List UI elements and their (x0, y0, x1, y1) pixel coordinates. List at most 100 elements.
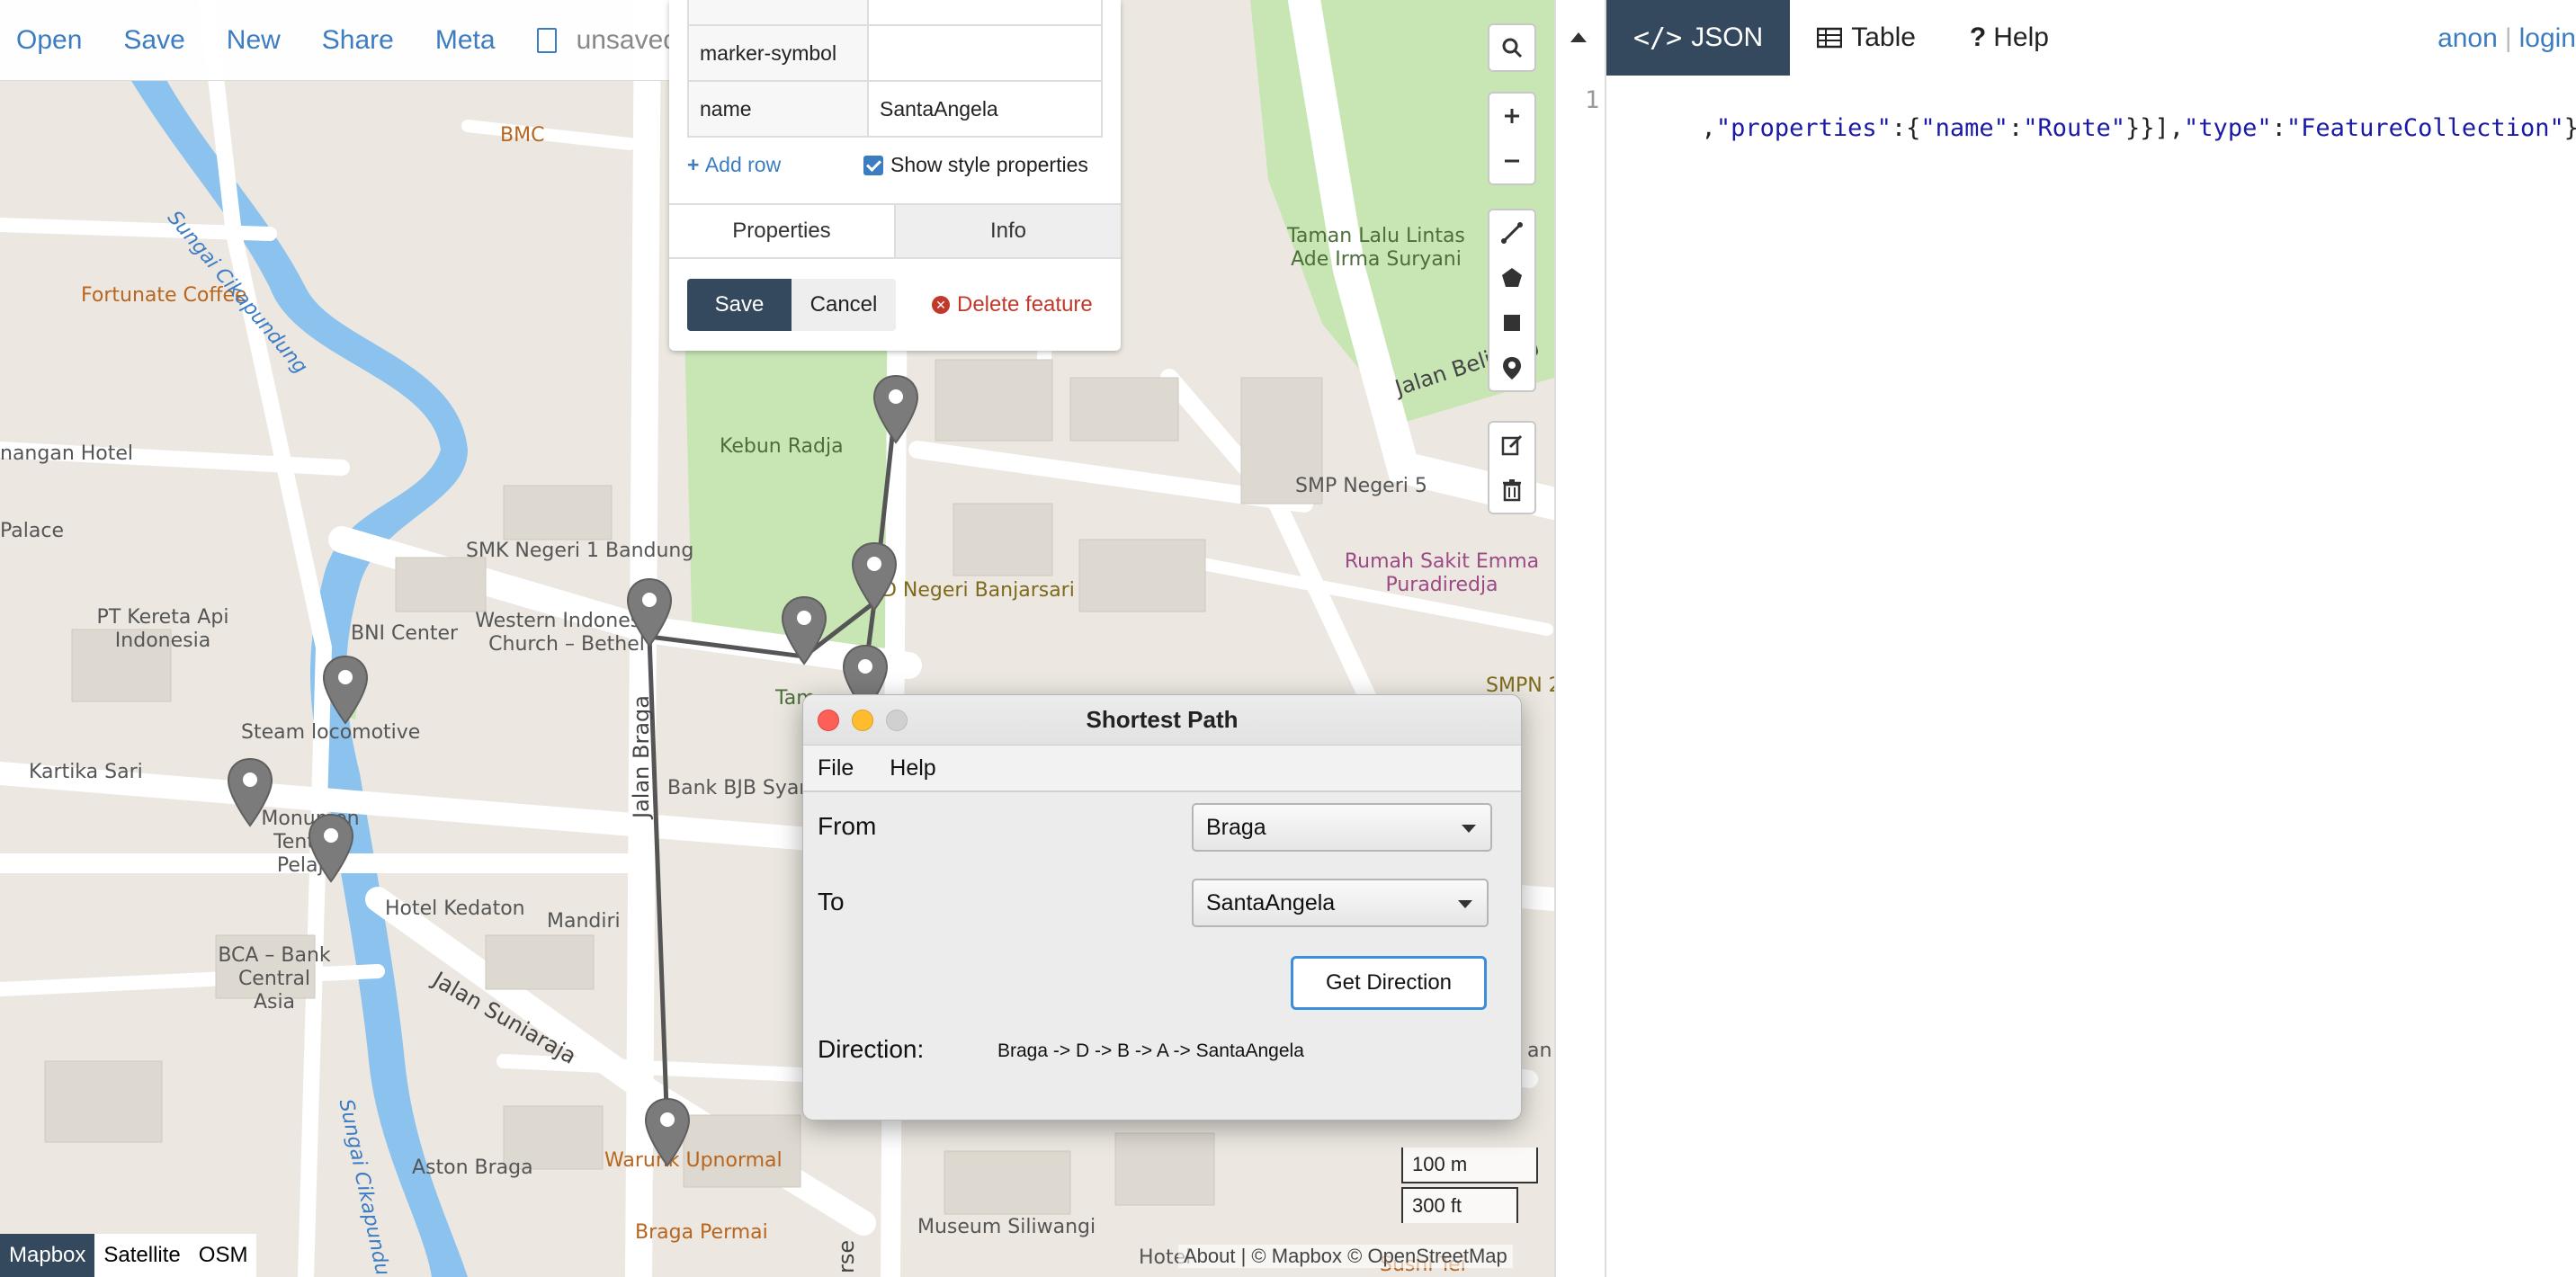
property-value[interactable] (867, 24, 1103, 82)
property-key[interactable]: name (687, 80, 869, 138)
show-style-toggle[interactable]: Show style properties (863, 153, 1088, 177)
scale-metric: 100 m (1401, 1148, 1538, 1183)
from-select-value: Braga (1206, 814, 1266, 840)
add-row-label: Add row (704, 153, 782, 176)
menu-help[interactable]: Help (890, 755, 935, 781)
code-token: , (1701, 114, 1716, 142)
layer-mapbox[interactable]: Mapbox (0, 1234, 95, 1277)
delete-layers-button[interactable] (1489, 468, 1534, 513)
map-marker-icon[interactable] (226, 757, 274, 827)
map-marker-icon[interactable] (307, 813, 355, 883)
table-row: marker-symbol (687, 24, 1103, 82)
map-marker-icon[interactable] (872, 374, 920, 444)
map-marker-icon[interactable] (625, 577, 674, 647)
json-editor-line[interactable]: ,"properties":{"name":"Route"}}],"type":… (1614, 86, 2576, 170)
code-token: } (2564, 114, 2576, 142)
edit-layers-button[interactable] (1489, 423, 1534, 468)
map-label-rs-emma: Rumah Sakit Emma Puradiredja (1344, 550, 1540, 596)
tab-json-label: JSON (1691, 22, 1764, 52)
code-icon: </> (1633, 22, 1683, 54)
code-token: : (2271, 114, 2286, 142)
popup-cancel-button[interactable]: Cancel (792, 279, 896, 331)
map-marker-icon[interactable] (850, 541, 899, 612)
rectangle-icon (1504, 315, 1520, 331)
draw-polygon-button[interactable] (1489, 255, 1534, 300)
map-marker-icon[interactable] (780, 595, 828, 665)
plus-icon: + (687, 153, 705, 176)
map-label-mandiri: Mandiri (547, 910, 621, 933)
popup-actions: Save Cancel ✕ Delete feature (687, 279, 1093, 331)
map-attribution[interactable]: About | © Mapbox © OpenStreetMap (1178, 1245, 1513, 1268)
to-label: To (818, 888, 845, 915)
scale-imperial: 300 ft (1401, 1187, 1518, 1223)
map-label-bank-bjb: Bank BJB Syar (667, 777, 808, 799)
minimize-window-icon[interactable] (852, 710, 873, 731)
draw-line-button[interactable] (1489, 210, 1534, 255)
popup-save-button[interactable]: Save (687, 279, 792, 331)
map-marker-icon[interactable] (321, 655, 370, 725)
code-token: "FeatureCollection" (2285, 114, 2564, 142)
save-menu[interactable]: Save (123, 25, 184, 56)
code-token: :{ (1891, 114, 1921, 142)
chevron-down-icon (1458, 900, 1472, 908)
search-icon (1502, 38, 1523, 58)
new-menu[interactable]: New (227, 25, 281, 56)
shortest-path-window: Shortest Path File Help From Braga To Sa… (802, 694, 1522, 1121)
map-label-kebun-radja: Kebun Radja (720, 435, 844, 458)
map-label-kartika-sari: Kartika Sari (29, 761, 143, 783)
map-label-braga-permai: Braga Permai (635, 1221, 768, 1244)
code-token: "name" (1920, 114, 2008, 142)
window-title: Shortest Path (1086, 706, 1239, 733)
show-style-checkbox[interactable] (863, 155, 883, 175)
share-menu[interactable]: Share (322, 25, 394, 56)
tab-info[interactable]: Info (894, 205, 1121, 257)
window-titlebar[interactable]: Shortest Path (803, 695, 1521, 746)
login-link[interactable]: login (2519, 23, 2576, 53)
delete-feature-label: Delete feature (957, 292, 1093, 317)
map-label-taman-lalu-lintas: Taman Lalu Lintas Ade Irma Suryani (1287, 225, 1465, 271)
zoom-window-icon[interactable] (886, 710, 908, 731)
add-row-button[interactable]: + Add row (687, 153, 781, 177)
tab-help[interactable]: ? Help (1943, 0, 2076, 76)
layer-satellite[interactable]: Satellite (94, 1234, 189, 1277)
property-value[interactable]: SantaAngela (867, 80, 1103, 138)
feature-popup: marker-symbol name SantaAngela + Add row… (669, 0, 1121, 351)
property-key[interactable]: marker-symbol (687, 24, 869, 82)
map-label-an-partial: an (1527, 1040, 1552, 1062)
properties-table: marker-symbol name SantaAngela (687, 0, 1103, 138)
map-label-road-partial: rse (834, 1239, 859, 1273)
tab-json[interactable]: </> JSON (1606, 0, 1791, 76)
polygon-icon (1502, 268, 1522, 287)
delete-feature-button[interactable]: ✕ Delete feature (932, 279, 1093, 331)
draw-marker-button[interactable] (1489, 345, 1534, 390)
code-token: "properties" (1715, 114, 1892, 142)
edit-toolbar (1488, 421, 1536, 514)
dialog-menubar: File Help (803, 746, 1521, 792)
map-label-aston-braga: Aston Braga (412, 1156, 533, 1179)
file-status-label: unsaved (576, 24, 678, 55)
meta-menu[interactable]: Meta (435, 25, 496, 56)
window-controls (818, 710, 908, 731)
show-style-label: Show style properties (890, 153, 1088, 176)
layer-osm[interactable]: OSM (190, 1234, 257, 1277)
tab-table[interactable]: Table (1790, 0, 1943, 76)
map-marker-icon[interactable] (643, 1097, 692, 1167)
table-icon (1817, 27, 1843, 49)
map-label-smp5: SMP Negeri 5 (1295, 475, 1427, 497)
collapse-caret-icon[interactable] (1570, 32, 1587, 42)
to-select[interactable]: SantaAngela (1192, 879, 1489, 927)
get-direction-button[interactable]: Get Direction (1291, 956, 1487, 1010)
zoom-in-button[interactable] (1489, 94, 1534, 138)
search-button[interactable] (1489, 25, 1534, 70)
menu-file[interactable]: File (818, 755, 854, 781)
user-link[interactable]: anon (2437, 23, 2498, 53)
draw-rectangle-button[interactable] (1489, 300, 1534, 345)
to-select-value: SantaAngela (1206, 889, 1336, 915)
tab-properties[interactable]: Properties (669, 205, 894, 257)
close-window-icon[interactable] (818, 710, 839, 731)
zoom-out-button[interactable] (1489, 138, 1534, 183)
from-select[interactable]: Braga (1192, 803, 1492, 852)
map-label-jalan-braga: Jalan Braga (629, 695, 654, 818)
open-menu[interactable]: Open (16, 25, 82, 56)
tab-help-label: Help (1993, 22, 2049, 52)
